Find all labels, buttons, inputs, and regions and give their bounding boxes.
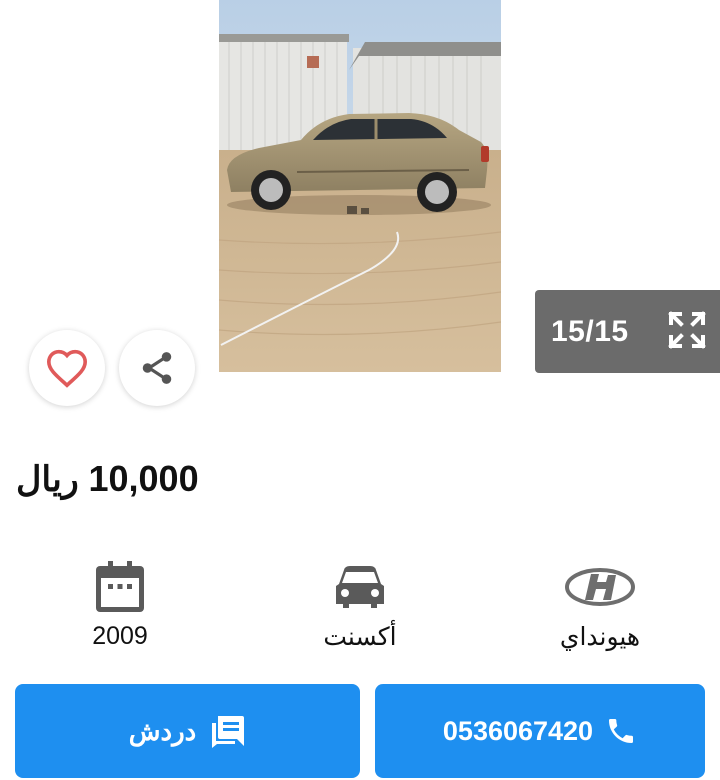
car-photo[interactable] [219, 0, 501, 372]
chat-button[interactable]: دردش [15, 684, 360, 778]
spec-brand-value: هيونداي [559, 623, 641, 651]
car-icon [336, 566, 384, 608]
spec-model-value: أكسنت [323, 623, 397, 651]
phone-icon [605, 715, 637, 747]
share-icon [142, 352, 172, 384]
spec-year-value: 2009 [92, 622, 148, 650]
photo-gallery[interactable]: 15/15 [0, 0, 720, 410]
hyundai-logo-icon [565, 568, 635, 606]
next-photo-button[interactable] [632, 140, 682, 190]
chevron-left-icon [52, 150, 70, 180]
calendar-icon [96, 561, 144, 612]
chat-icon [210, 714, 246, 748]
favorite-button[interactable] [29, 330, 105, 406]
listing-price: 10,000 ريال [16, 458, 199, 500]
spec-year: 2009 [20, 556, 220, 651]
photo-counter-text: 15/15 [551, 314, 629, 348]
price-currency: ريال [16, 460, 79, 499]
phone-number: 0536067420 [442, 715, 594, 746]
chevron-right-icon [648, 150, 666, 180]
call-button[interactable]: 0536067420 [375, 684, 705, 778]
previous-photo-button[interactable] [36, 140, 86, 190]
heart-icon [46, 349, 88, 388]
spec-model: أكسنت [260, 556, 460, 652]
price-amount: 10,000 [88, 458, 199, 499]
photo-counter: 15/15 [535, 290, 720, 373]
expand-icon[interactable] [667, 310, 707, 350]
chat-button-label: دردش [128, 715, 197, 746]
spec-brand: هيونداي [500, 556, 700, 652]
share-button[interactable] [119, 330, 195, 406]
